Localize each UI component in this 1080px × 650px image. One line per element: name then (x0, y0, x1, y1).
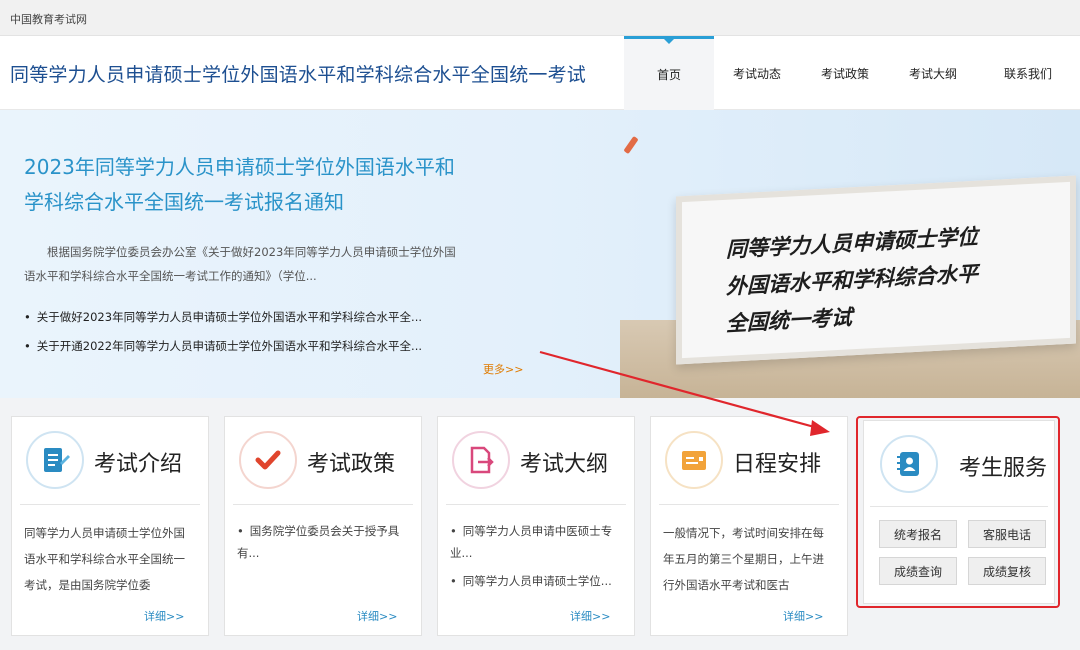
checkmark-icon (239, 431, 297, 489)
divider (446, 504, 626, 505)
card-exam-policy: 考试政策 • 国务院学位委员会关于授予具有... 详细>> (224, 416, 422, 636)
divider (870, 506, 1048, 507)
divider (659, 504, 839, 505)
list-item[interactable]: • 同等学力人员申请硕士学位... (450, 570, 630, 592)
detail-link[interactable]: 详细>> (783, 608, 823, 624)
nav-item-syllabus[interactable]: 考试大纲 (890, 36, 976, 110)
score-query-button[interactable]: 成绩查询 (879, 557, 957, 585)
card-title: 考试政策 (307, 452, 396, 477)
score-review-button[interactable]: 成绩复核 (968, 557, 1046, 585)
banner-news-list: 关于做好2023年同等学力人员申请硕士学位外国语水平和学科综合水平全... 关于… (24, 303, 484, 361)
calendar-icon (665, 431, 723, 489)
detail-link[interactable]: 详细>> (357, 608, 397, 624)
card-description: 一般情况下，考试时间安排在每年五月的第三个星期日，上午进行外国语水平考试和医古 (663, 526, 824, 592)
nav-item-policy[interactable]: 考试政策 (800, 36, 890, 110)
site-name[interactable]: 中国教育考试网 (10, 11, 87, 27)
document-export-icon (452, 431, 510, 489)
document-edit-icon (26, 431, 84, 489)
card-description: 同等学力人员申请硕士学位外国语水平和学科综合水平全国统一考试，是由国务院学位委 (24, 526, 185, 592)
contact-book-icon (880, 435, 938, 493)
service-hotline-button[interactable]: 客服电话 (968, 520, 1046, 548)
nav-item-home[interactable]: 首页 (624, 36, 714, 110)
banner-intro: 根据国务院学位委员会办公室《关于做好2023年同等学力人员申请硕士学位外国 语水… (24, 240, 514, 288)
card-exam-syllabus: 考试大纲 • 同等学力人员申请中医硕士专业... • 同等学力人员申请硕士学位...… (437, 416, 635, 636)
exam-signboard: 同等学力人员申请硕士学位 外国语水平和学科综合水平 全国统一考试 (676, 175, 1076, 365)
banner-news-link[interactable]: 关于做好2023年同等学力人员申请硕士学位外国语水平和学科综合水平全... (24, 303, 484, 332)
list-item[interactable]: • 同等学力人员申请中医硕士专业... (450, 520, 630, 564)
divider (20, 504, 200, 505)
card-candidate-service: 考生服务 统考报名 客服电话 成绩查询 成绩复核 (863, 420, 1055, 604)
banner-headline-line1: 2023年同等学力人员申请硕士学位外国语水平和 (24, 155, 455, 179)
card-title: 考试介绍 (94, 452, 183, 477)
card-title: 日程安排 (733, 452, 822, 477)
detail-link[interactable]: 详细>> (144, 608, 184, 624)
divider (233, 504, 413, 505)
top-bar: 中国教育考试网 (0, 0, 1080, 36)
banner-headline-line2: 学科综合水平全国统一考试报名通知 (24, 190, 344, 214)
banner-intro-line2: 语水平和学科综合水平全国统一考试工作的通知》（学位... (24, 269, 317, 283)
card-schedule: 日程安排 一般情况下，考试时间安排在每年五月的第三个星期日，上午进行外国语水平考… (650, 416, 848, 636)
main-nav: 首页 考试动态 考试政策 考试大纲 联系我们 (624, 36, 1080, 110)
exam-registration-button[interactable]: 统考报名 (879, 520, 957, 548)
banner-headline[interactable]: 2023年同等学力人员申请硕士学位外国语水平和 学科综合水平全国统一考试报名通知 (24, 150, 544, 220)
syllabus-list: • 同等学力人员申请中医硕士专业... • 同等学力人员申请硕士学位... (450, 520, 630, 598)
card-exam-intro: 考试介绍 同等学力人员申请硕士学位外国语水平和学科综合水平全国统一考试，是由国务… (11, 416, 209, 636)
list-item[interactable]: • 国务院学位委员会关于授予具有... (237, 520, 417, 564)
more-link[interactable]: 更多>> (483, 361, 523, 377)
card-title: 考生服务 (959, 456, 1048, 481)
policy-list: • 国务院学位委员会关于授予具有... (237, 520, 417, 570)
header: 同等学力人员申请硕士学位外国语水平和学科综合水平全国统一考试 首页 考试动态 考… (0, 36, 1080, 110)
nav-item-news[interactable]: 考试动态 (714, 36, 800, 110)
nav-item-contact[interactable]: 联系我们 (976, 36, 1080, 110)
decorative-stroke (623, 135, 639, 155)
service-cards: 考试介绍 同等学力人员申请硕士学位外国语水平和学科综合水平全国统一考试，是由国务… (0, 398, 1080, 650)
detail-link[interactable]: 详细>> (570, 608, 610, 624)
banner-news-link[interactable]: 关于开通2022年同等学力人员申请硕士学位外国语水平和学科综合水平全... (24, 332, 484, 361)
page-title: 同等学力人员申请硕士学位外国语水平和学科综合水平全国统一考试 (10, 64, 587, 86)
card-candidate-service-highlight: 考生服务 统考报名 客服电话 成绩查询 成绩复核 (856, 416, 1060, 608)
banner-intro-line1: 根据国务院学位委员会办公室《关于做好2023年同等学力人员申请硕士学位外国 (47, 245, 456, 259)
card-title: 考试大纲 (520, 452, 609, 477)
hero-banner: 2023年同等学力人员申请硕士学位外国语水平和 学科综合水平全国统一考试报名通知… (0, 110, 1080, 398)
